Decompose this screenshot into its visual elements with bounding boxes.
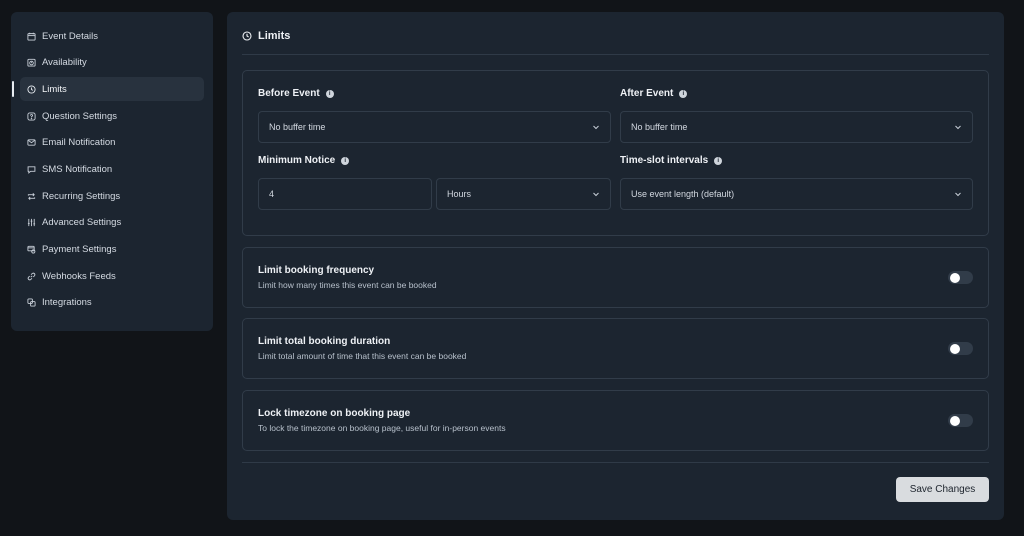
repeat-icon — [27, 192, 36, 201]
sidebar-item-label: Availability — [42, 57, 87, 69]
after-event-label: After Event i — [620, 88, 688, 99]
after-event-label-text: After Event — [620, 88, 674, 99]
before-event-label: Before Event i — [258, 88, 334, 99]
page-title: Limits — [242, 30, 290, 42]
question-icon — [27, 112, 36, 121]
sidebar-item-label: Payment Settings — [42, 244, 117, 255]
sidebar-item-label: Advanced Settings — [42, 217, 122, 229]
limit-total-booking-duration-toggle[interactable] — [948, 342, 973, 355]
sidebar-item-advanced-settings[interactable]: Advanced Settings — [20, 211, 204, 235]
toggle-title: Limit booking frequency — [258, 265, 375, 276]
clock-icon — [242, 31, 252, 41]
minimum-notice-unit-select[interactable]: Hours — [436, 178, 611, 210]
sidebar-item-label: Limits — [42, 83, 67, 95]
link-icon — [27, 272, 36, 281]
info-icon[interactable]: i — [325, 89, 334, 98]
minimum-notice-unit: Hours — [447, 189, 472, 199]
minimum-notice-label-text: Minimum Notice — [258, 155, 336, 166]
sidebar-item-label: Webhooks Feeds — [42, 270, 116, 282]
sidebar-item-label: SMS Notification — [42, 163, 113, 175]
chevron-down-icon — [593, 192, 599, 197]
sliders-icon — [27, 218, 36, 227]
divider — [242, 54, 989, 55]
sidebar-item-recurring-settings[interactable]: Recurring Settings — [20, 184, 204, 208]
integrations-icon — [27, 298, 36, 307]
sidebar-item-label: Email Notification — [42, 137, 116, 149]
after-event-value: No buffer time — [631, 122, 688, 132]
message-icon — [27, 165, 36, 174]
sidebar-item-question-settings[interactable]: Question Settings — [20, 104, 204, 128]
sidebar-item-limits[interactable]: Limits — [12, 77, 204, 102]
time-slot-label: Time-slot intervals i — [620, 155, 723, 166]
limits-panel: Limits Before Event i No buffer time Aft… — [227, 12, 1004, 520]
clock-calendar-icon — [27, 58, 36, 67]
limit-booking-frequency-toggle[interactable] — [948, 271, 973, 284]
payment-icon — [27, 245, 36, 254]
limits-card: Before Event i No buffer time After Even… — [242, 70, 989, 236]
page-title-text: Limits — [258, 30, 291, 42]
clock-icon — [27, 85, 36, 94]
sidebar-item-payment-settings[interactable]: Payment Settings — [20, 238, 204, 262]
time-slot-select[interactable]: Use event length (default) — [620, 178, 973, 210]
chevron-down-icon — [955, 192, 961, 197]
minimum-notice-input[interactable]: 4 — [258, 178, 432, 210]
toggle-description: Limit total amount of time that this eve… — [258, 351, 467, 361]
mail-icon — [27, 138, 36, 147]
sidebar-item-label: Integrations — [42, 297, 92, 309]
save-changes-button[interactable]: Save Changes — [896, 477, 989, 502]
toggle-knob — [949, 415, 960, 426]
lock-timezone-card: Lock timezone on booking page To lock th… — [242, 390, 989, 451]
toggle-knob — [949, 272, 960, 283]
info-icon[interactable]: i — [679, 89, 688, 98]
toggle-title: Lock timezone on booking page — [258, 408, 411, 419]
toggle-description: Limit how many times this event can be b… — [258, 280, 437, 290]
settings-sidebar: Event Details Availability Limits Questi… — [11, 12, 213, 331]
info-icon[interactable]: i — [714, 156, 723, 165]
before-event-value: No buffer time — [269, 122, 326, 132]
limit-total-booking-duration-card: Limit total booking duration Limit total… — [242, 318, 989, 379]
sidebar-item-event-details[interactable]: Event Details — [20, 24, 204, 48]
toggle-knob — [949, 343, 960, 354]
time-slot-value: Use event length (default) — [631, 189, 735, 199]
chevron-down-icon — [593, 125, 599, 130]
calendar-icon — [27, 32, 36, 41]
lock-timezone-toggle[interactable] — [948, 414, 973, 427]
minimum-notice-label: Minimum Notice i — [258, 155, 350, 166]
sidebar-item-webhooks-feeds[interactable]: Webhooks Feeds — [20, 264, 204, 288]
toggle-description: To lock the timezone on booking page, us… — [258, 423, 506, 433]
sidebar-item-email-notification[interactable]: Email Notification — [20, 131, 204, 155]
before-event-select[interactable]: No buffer time — [258, 111, 611, 143]
sidebar-item-integrations[interactable]: Integrations — [20, 291, 204, 315]
sidebar-item-label: Event Details — [42, 30, 98, 42]
after-event-select[interactable]: No buffer time — [620, 111, 973, 143]
chevron-down-icon — [955, 125, 961, 130]
sidebar-item-label: Recurring Settings — [42, 190, 121, 202]
sidebar-item-availability[interactable]: Availability — [20, 51, 204, 75]
divider — [242, 462, 989, 463]
limit-booking-frequency-card: Limit booking frequency Limit how many t… — [242, 247, 989, 308]
before-event-label-text: Before Event — [258, 88, 320, 99]
sidebar-item-sms-notification[interactable]: SMS Notification — [20, 157, 204, 181]
minimum-notice-value: 4 — [269, 189, 275, 199]
time-slot-label-text: Time-slot intervals — [620, 155, 709, 166]
info-icon[interactable]: i — [341, 156, 350, 165]
toggle-title: Limit total booking duration — [258, 336, 391, 347]
sidebar-item-label: Question Settings — [42, 110, 117, 122]
